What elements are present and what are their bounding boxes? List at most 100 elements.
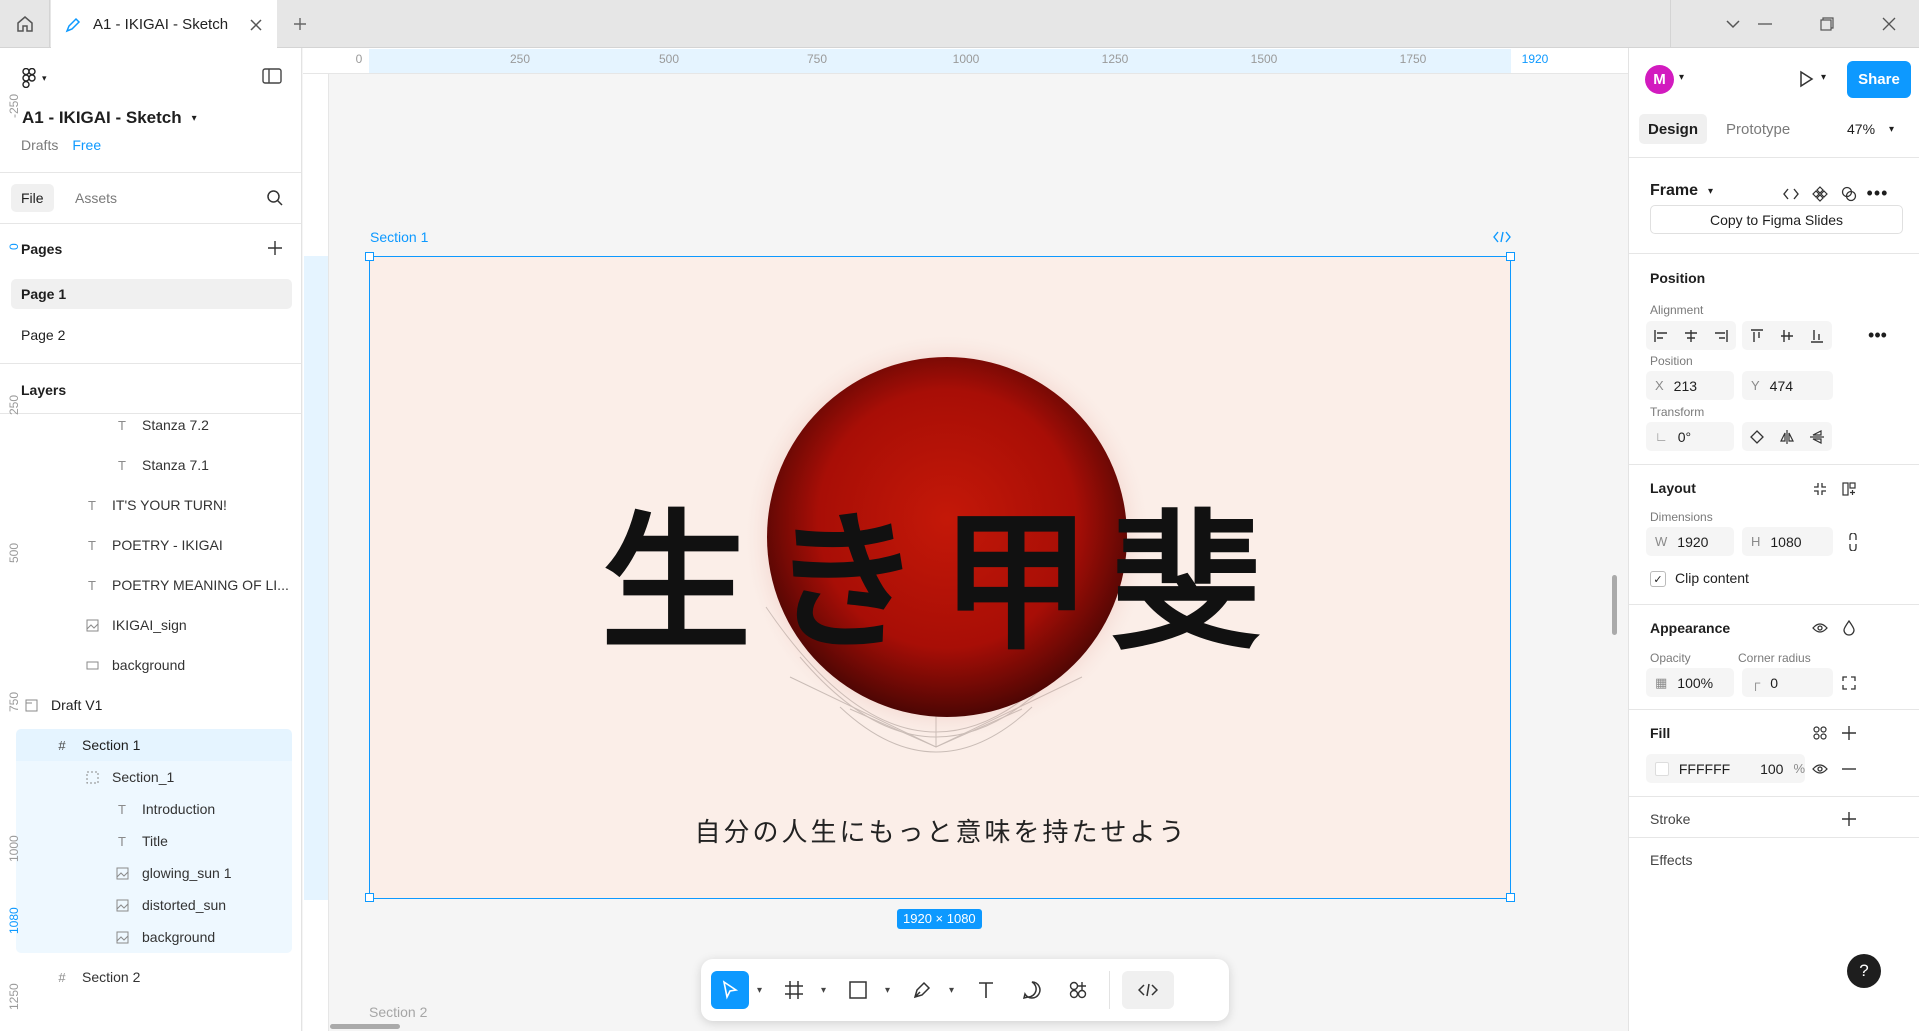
layer-item[interactable]: T POETRY - IKIGAI bbox=[0, 529, 301, 561]
layer-item[interactable]: T IT'S YOUR TURN! bbox=[0, 489, 301, 521]
restore-icon[interactable] bbox=[1797, 0, 1857, 48]
fill-swatch[interactable] bbox=[1655, 761, 1669, 776]
pen-tool-button[interactable] bbox=[903, 971, 941, 1009]
align-bottom-icon[interactable] bbox=[1802, 321, 1832, 350]
layer-item[interactable]: IKIGAI_sign bbox=[0, 609, 301, 641]
resize-handle[interactable] bbox=[365, 893, 374, 902]
independent-corners-icon[interactable] bbox=[1834, 668, 1863, 697]
avatar[interactable]: M bbox=[1645, 65, 1674, 94]
remove-fill-icon[interactable] bbox=[1834, 754, 1863, 783]
more-options-icon[interactable]: ••• bbox=[1863, 179, 1892, 208]
minimize-icon[interactable] bbox=[1735, 0, 1795, 48]
rotation-field[interactable]: ∟ 0° bbox=[1646, 422, 1734, 451]
close-window-icon[interactable] bbox=[1859, 0, 1919, 48]
layer-item[interactable]: T Stanza 7.1 bbox=[0, 449, 301, 481]
more-options-icon[interactable]: ••• bbox=[1863, 321, 1892, 350]
styles-icon[interactable] bbox=[1805, 718, 1834, 747]
chevron-down-icon[interactable]: ▾ bbox=[821, 985, 831, 996]
help-button[interactable]: ? bbox=[1847, 954, 1881, 988]
flip-vertical-icon[interactable] bbox=[1802, 422, 1832, 451]
layer-item[interactable]: Draft V1 bbox=[0, 689, 301, 721]
frame-type-dropdown[interactable]: Frame ▾ bbox=[1650, 182, 1713, 200]
code-icon[interactable] bbox=[1493, 231, 1511, 243]
opacity-field[interactable]: ▦ 100% bbox=[1646, 668, 1734, 697]
add-stroke-icon[interactable] bbox=[1834, 804, 1863, 833]
selected-frame[interactable]: 生き甲斐 自分の人生にもっと意味を持たせよう bbox=[369, 256, 1511, 899]
page-item-1[interactable]: Page 1 bbox=[11, 279, 292, 309]
layer-item[interactable]: T Stanza 7.2 bbox=[0, 409, 301, 441]
layer-item[interactable]: background bbox=[0, 649, 301, 681]
constrain-proportions-icon[interactable] bbox=[1838, 527, 1867, 556]
eye-icon[interactable] bbox=[1805, 613, 1834, 642]
resize-handle[interactable] bbox=[365, 252, 374, 261]
clip-content-checkbox[interactable]: ✓ bbox=[1650, 571, 1666, 587]
new-tab-button[interactable] bbox=[286, 12, 314, 36]
copy-to-slides-button[interactable]: Copy to Figma Slides bbox=[1650, 205, 1903, 234]
add-fill-icon[interactable] bbox=[1834, 718, 1863, 747]
align-center-h-icon[interactable] bbox=[1676, 321, 1706, 350]
boolean-icon[interactable] bbox=[1834, 179, 1863, 208]
corner-radius-field[interactable]: ┌ 0 bbox=[1742, 668, 1833, 697]
drafts-link[interactable]: Drafts bbox=[21, 137, 58, 153]
sidebar-toggle-icon[interactable] bbox=[262, 68, 282, 84]
share-button[interactable]: Share bbox=[1847, 61, 1911, 98]
move-tool-button[interactable] bbox=[711, 971, 749, 1009]
x-field[interactable]: X 213 bbox=[1646, 371, 1734, 400]
align-left-icon[interactable] bbox=[1646, 321, 1676, 350]
blend-mode-icon[interactable] bbox=[1834, 613, 1863, 642]
zoom-control[interactable]: 47% ▾ bbox=[1847, 114, 1894, 144]
width-field[interactable]: W 1920 bbox=[1646, 527, 1734, 556]
search-icon[interactable] bbox=[266, 189, 284, 207]
play-icon[interactable] bbox=[1797, 70, 1815, 88]
add-page-icon[interactable] bbox=[268, 241, 282, 255]
code-icon[interactable] bbox=[1776, 179, 1805, 208]
resize-handle[interactable] bbox=[1506, 893, 1515, 902]
horizontal-scrollbar[interactable] bbox=[330, 1024, 400, 1029]
layer-item[interactable]: background bbox=[16, 921, 292, 953]
chevron-down-icon[interactable]: ▾ bbox=[1821, 72, 1826, 83]
component-icon[interactable] bbox=[1805, 179, 1834, 208]
figma-menu-button[interactable]: ▾ bbox=[22, 68, 47, 88]
tab-design[interactable]: Design bbox=[1639, 114, 1708, 144]
collapse-icon[interactable] bbox=[1805, 474, 1834, 503]
flip-horizontal-icon[interactable] bbox=[1772, 422, 1802, 451]
align-right-icon[interactable] bbox=[1706, 321, 1736, 350]
layer-item[interactable]: T POETRY MEANING OF LI... bbox=[0, 569, 301, 601]
rotate-icon[interactable] bbox=[1742, 422, 1772, 451]
fill-color-field[interactable]: FFFFFF 100 % bbox=[1646, 754, 1805, 783]
eye-icon[interactable] bbox=[1805, 754, 1834, 783]
comment-tool-button[interactable] bbox=[1013, 971, 1051, 1009]
align-middle-icon[interactable] bbox=[1772, 321, 1802, 350]
page-item-2[interactable]: Page 2 bbox=[11, 320, 292, 350]
plan-badge[interactable]: Free bbox=[72, 137, 101, 153]
section-2-label[interactable]: Section 2 bbox=[369, 1004, 427, 1020]
close-tab-icon[interactable] bbox=[249, 18, 263, 32]
layer-item[interactable]: T Introduction bbox=[16, 793, 292, 825]
layer-item[interactable]: glowing_sun 1 bbox=[16, 857, 292, 889]
browser-tab[interactable]: A1 - IKIGAI - Sketch bbox=[51, 0, 277, 49]
layer-item[interactable]: # Section 2 bbox=[0, 961, 301, 993]
layer-item-selected[interactable]: # Section 1 bbox=[16, 729, 292, 761]
auto-layout-icon[interactable] bbox=[1834, 474, 1863, 503]
vertical-scrollbar[interactable] bbox=[1612, 575, 1617, 635]
dev-mode-toggle[interactable] bbox=[1122, 971, 1174, 1009]
fill-opacity-value[interactable]: 100 bbox=[1760, 761, 1783, 777]
tab-prototype[interactable]: Prototype bbox=[1717, 114, 1799, 144]
chevron-down-icon[interactable]: ▾ bbox=[885, 985, 895, 996]
resize-handle[interactable] bbox=[1506, 252, 1515, 261]
text-tool-button[interactable] bbox=[967, 971, 1005, 1009]
home-icon[interactable] bbox=[0, 0, 50, 48]
tab-file[interactable]: File bbox=[11, 184, 54, 212]
frame-tool-button[interactable] bbox=[775, 971, 813, 1009]
chevron-down-icon[interactable]: ▾ bbox=[757, 985, 767, 996]
chevron-down-icon[interactable]: ▾ bbox=[1679, 72, 1684, 83]
actions-tool-button[interactable] bbox=[1059, 971, 1097, 1009]
layer-item[interactable]: Section_1 bbox=[16, 761, 292, 793]
section-label[interactable]: Section 1 bbox=[370, 229, 428, 245]
height-field[interactable]: H 1080 bbox=[1742, 527, 1833, 556]
align-top-icon[interactable] bbox=[1742, 321, 1772, 350]
rectangle-tool-button[interactable] bbox=[839, 971, 877, 1009]
file-title-button[interactable]: A1 - IKIGAI - Sketch ▾ bbox=[22, 108, 197, 128]
tab-assets[interactable]: Assets bbox=[65, 184, 127, 212]
layer-item[interactable]: distorted_sun bbox=[16, 889, 292, 921]
